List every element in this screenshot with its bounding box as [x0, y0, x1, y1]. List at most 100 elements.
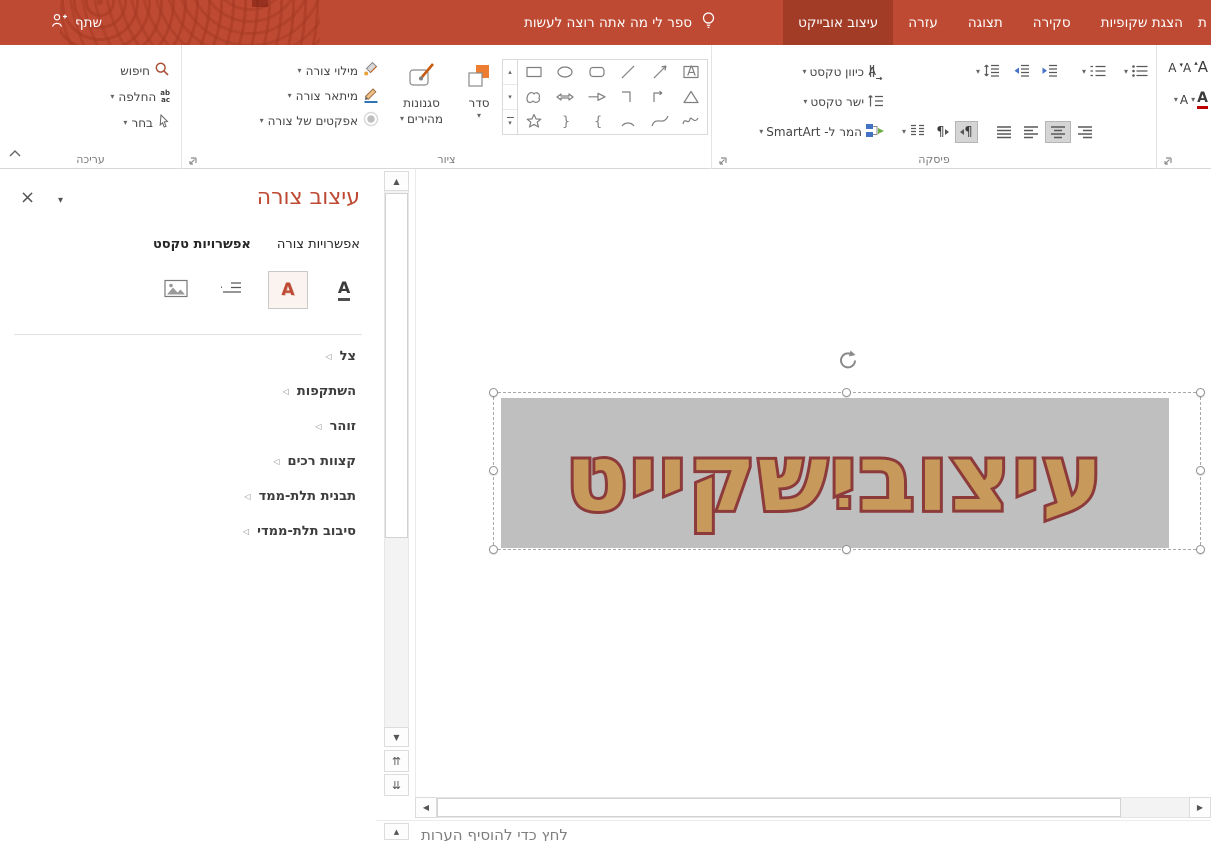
picture-tab[interactable]: [156, 271, 196, 309]
section-soft-edges[interactable]: קצוות רכים ◁: [0, 444, 376, 479]
selection-handle-top-right[interactable]: [1196, 388, 1205, 397]
columns-button[interactable]: ▾: [899, 120, 929, 144]
left-to-right-button[interactable]: ¶: [931, 121, 954, 143]
chevron-down-icon: ▾: [110, 91, 115, 101]
textbox-tab[interactable]: A: [212, 271, 252, 309]
arrange-button[interactable]: סדר ▾: [456, 57, 502, 161]
shape-rectangle[interactable]: [518, 60, 550, 85]
convert-to-smartart-button[interactable]: המר ל- SmartArt ▾: [756, 120, 888, 144]
shape-oval[interactable]: [550, 60, 582, 85]
wordart-object[interactable]: עיצוביִשקייט: [501, 398, 1169, 548]
line-spacing-button[interactable]: ▾: [973, 60, 1004, 84]
selection-handle-bottom-middle[interactable]: [842, 545, 851, 554]
clear-formatting-button[interactable]: A: [1168, 62, 1176, 74]
rotate-handle-icon[interactable]: [836, 349, 858, 375]
text-fill-outline-tab[interactable]: A: [324, 271, 364, 309]
shape-rounded-rectangle[interactable]: [581, 60, 613, 85]
shape-right-arrow[interactable]: [581, 85, 613, 110]
collapse-ribbon-button[interactable]: [8, 143, 22, 162]
scroll-up-button[interactable]: ▲: [384, 171, 409, 191]
collapse-notes-button[interactable]: ▲: [384, 823, 409, 840]
chevron-down-icon: ▾: [1173, 95, 1178, 105]
numbering-button[interactable]: ▾: [1079, 60, 1110, 84]
shape-left-right-arrow[interactable]: [550, 85, 582, 110]
selection-handle-bottom-right[interactable]: [1196, 545, 1205, 554]
pane-menu-button[interactable]: ▾: [58, 195, 63, 206]
vertical-scroll-thumb[interactable]: [385, 193, 408, 538]
shape-outline-button[interactable]: מיתאר צורה ▾: [185, 84, 385, 107]
quick-styles-button[interactable]: סגנונות מהירים ▾: [390, 57, 453, 161]
right-to-left-button[interactable]: ¶: [955, 121, 978, 143]
scroll-left-button[interactable]: ◀: [415, 797, 437, 818]
shape-effects-button[interactable]: אפקטים של צורה ▾: [185, 109, 385, 132]
section-shadow[interactable]: צל ◁: [0, 339, 376, 374]
shape-elbow-connector[interactable]: [613, 85, 645, 110]
decrease-font-size-button[interactable]: A▾: [1179, 61, 1191, 74]
shape-freeform[interactable]: [518, 85, 550, 110]
text-effects-tab[interactable]: A: [268, 271, 308, 309]
scroll-right-button[interactable]: ▶: [1189, 797, 1211, 818]
shape-fill-button[interactable]: מילוי צורה ▾: [185, 59, 385, 82]
decrease-indent-button[interactable]: [1038, 60, 1062, 84]
horizontal-scroll-track[interactable]: [437, 797, 1189, 818]
align-text-button[interactable]: ישר טקסט ▾: [800, 90, 888, 114]
tab-format-object[interactable]: עיצוב אובייקט: [783, 0, 894, 45]
next-slide-button[interactable]: ⇊: [384, 774, 409, 796]
gallery-scroll-down-button[interactable]: ▾: [503, 85, 517, 110]
notes-placeholder[interactable]: לחץ כדי להוסיף הערות: [421, 826, 568, 841]
notes-pane[interactable]: ▲ לחץ כדי להוסיף הערות: [376, 820, 1211, 841]
tab-review[interactable]: סקירה: [1018, 0, 1086, 45]
shape-line[interactable]: [613, 60, 645, 85]
section-3d-format[interactable]: תבנית תלת-ממד ◁: [0, 479, 376, 514]
shape-curve[interactable]: [644, 109, 676, 134]
text-direction-button[interactable]: A כיוון טקסט ▾: [799, 60, 888, 84]
previous-slide-button[interactable]: ⇈: [384, 750, 409, 772]
slide-canvas[interactable]: עיצוביִשקייט: [415, 169, 1211, 797]
tab-view[interactable]: תצוגה: [953, 0, 1018, 45]
selection-handle-top-middle[interactable]: [842, 388, 851, 397]
shape-line-arrow[interactable]: [644, 60, 676, 85]
replace-icon: ab ac: [160, 88, 170, 104]
share-button[interactable]: שתף: [45, 0, 108, 45]
align-left-button[interactable]: [1018, 121, 1044, 143]
shape-arc[interactable]: [613, 109, 645, 134]
horizontal-scroll-thumb[interactable]: [437, 798, 1122, 817]
shape-left-brace[interactable]: {: [581, 109, 613, 134]
shape-star[interactable]: [518, 109, 550, 134]
font-color-button[interactable]: A ▾: [1191, 90, 1208, 110]
selection-handle-middle-left[interactable]: [489, 466, 498, 475]
section-3d-rotation[interactable]: סיבוב תלת-ממדי ◁: [0, 514, 376, 549]
selection-handle-middle-right[interactable]: [1196, 466, 1205, 475]
align-right-button[interactable]: [1072, 121, 1098, 143]
justify-button[interactable]: [991, 121, 1017, 143]
increase-indent-button[interactable]: [1010, 60, 1034, 84]
shape-scribble[interactable]: [676, 109, 708, 134]
close-icon[interactable]: ×: [20, 189, 35, 207]
section-reflection[interactable]: השתקפות ◁: [0, 374, 376, 409]
font-dialog-launcher[interactable]: [1161, 153, 1173, 165]
selection-handle-bottom-left[interactable]: [489, 545, 498, 554]
replace-button[interactable]: ab ac החלפה ▾: [105, 85, 175, 108]
gallery-scroll-up-button[interactable]: ▴: [503, 60, 517, 85]
tab-shape-options[interactable]: אפשרויות צורה: [277, 237, 360, 252]
shape-elbow-arrow-connector[interactable]: [644, 85, 676, 110]
character-spacing-button[interactable]: A ▾: [1174, 94, 1188, 106]
shape-right-brace[interactable]: }: [550, 109, 582, 134]
find-button[interactable]: חיפוש: [105, 59, 175, 82]
tell-me-box[interactable]: ספר לי מה אתה רוצה לעשות: [524, 0, 716, 45]
select-button[interactable]: בחר ▾: [105, 111, 175, 134]
tab-text-options[interactable]: אפשרויות טקסט: [153, 237, 251, 252]
selection-handle-top-left[interactable]: [489, 388, 498, 397]
bullets-button[interactable]: ▾: [1121, 60, 1152, 84]
gallery-more-button[interactable]: ▾: [503, 110, 517, 134]
increase-font-size-button[interactable]: A▴: [1194, 60, 1208, 75]
tab-partial[interactable]: ת: [1198, 0, 1211, 45]
shape-text-box[interactable]: A: [676, 60, 708, 85]
vertical-scroll-track[interactable]: [384, 191, 409, 727]
tab-slide-show[interactable]: הצגת שקופיות: [1086, 0, 1198, 45]
shape-isosceles-triangle[interactable]: [676, 85, 708, 110]
tab-help[interactable]: עזרה: [893, 0, 953, 45]
section-glow[interactable]: זוהר ◁: [0, 409, 376, 444]
scroll-down-button[interactable]: ▼: [384, 727, 409, 747]
align-center-button[interactable]: [1045, 121, 1071, 143]
